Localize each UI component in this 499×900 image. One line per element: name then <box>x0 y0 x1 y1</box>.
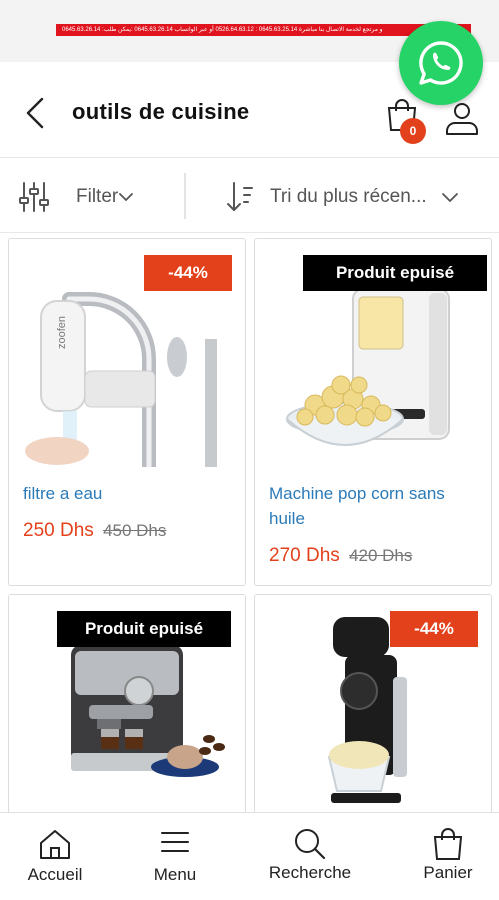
product-name[interactable]: Machine pop corn sans huile <box>269 481 479 531</box>
nav-menu-label: Menu <box>153 865 197 884</box>
nav-home[interactable]: Accueil <box>0 813 110 900</box>
nav-search[interactable]: Recherche <box>255 813 365 900</box>
svg-text:zoofen: zoofen <box>56 316 68 349</box>
search-icon <box>295 829 326 860</box>
filter-label: Filter <box>76 186 119 207</box>
chevron-down-icon <box>441 193 458 203</box>
filter-button[interactable]: Filter <box>18 177 134 217</box>
product-price: 250 Dhs 450 Dhs <box>23 520 167 541</box>
filter-sort-bar: Filter Tri du plus récen... <box>0 159 499 233</box>
product-price: 270 Dhs 420 Dhs <box>269 545 413 566</box>
nav-home-label: Accueil <box>27 865 83 884</box>
discount-badge: -44% <box>390 611 478 647</box>
nav-cart-label: Panier <box>423 863 473 882</box>
discount-badge: -44% <box>144 255 232 291</box>
sort-button[interactable]: Tri du plus récen... <box>224 177 461 217</box>
product-card[interactable]: Produit epuisé Machine pop corn sans hui… <box>254 238 492 586</box>
old-price: 450 Dhs <box>103 521 167 540</box>
sold-out-badge: Produit epuisé <box>57 611 231 647</box>
old-price: 420 Dhs <box>349 546 413 565</box>
sliders-icon <box>19 182 49 212</box>
back-arrow-icon[interactable] <box>22 95 52 131</box>
bottom-nav: Accueil Menu Recherche Panier <box>0 812 499 900</box>
user-account-icon[interactable] <box>444 100 480 136</box>
page-title: outils de cuisine <box>72 99 250 124</box>
cart-count-badge: 0 <box>400 118 426 144</box>
product-grid: zoofen -44% filtre a eau 250 Dhs 450 Dhs <box>0 236 499 813</box>
sort-label: Tri du plus récen... <box>270 186 427 207</box>
nav-search-label: Recherche <box>268 863 352 882</box>
product-name[interactable]: filtre a eau <box>23 481 233 506</box>
product-card[interactable]: zoofen -44% filtre a eau 250 Dhs 450 Dhs <box>8 238 246 586</box>
shopping-bag-icon <box>433 828 463 860</box>
whatsapp-button[interactable] <box>399 21 483 105</box>
nav-cart[interactable]: Panier <box>393 813 499 900</box>
product-card[interactable]: -44% <box>254 594 492 813</box>
chevron-down-icon <box>119 193 134 202</box>
product-card[interactable]: Produit epuisé <box>8 594 246 813</box>
nav-menu[interactable]: Menu <box>120 813 230 900</box>
sold-out-badge: Produit epuisé <box>303 255 487 291</box>
sort-icon <box>227 182 253 211</box>
home-icon <box>40 830 70 859</box>
toolbar-divider <box>184 173 186 219</box>
menu-icon <box>161 832 189 852</box>
whatsapp-icon <box>419 41 463 85</box>
